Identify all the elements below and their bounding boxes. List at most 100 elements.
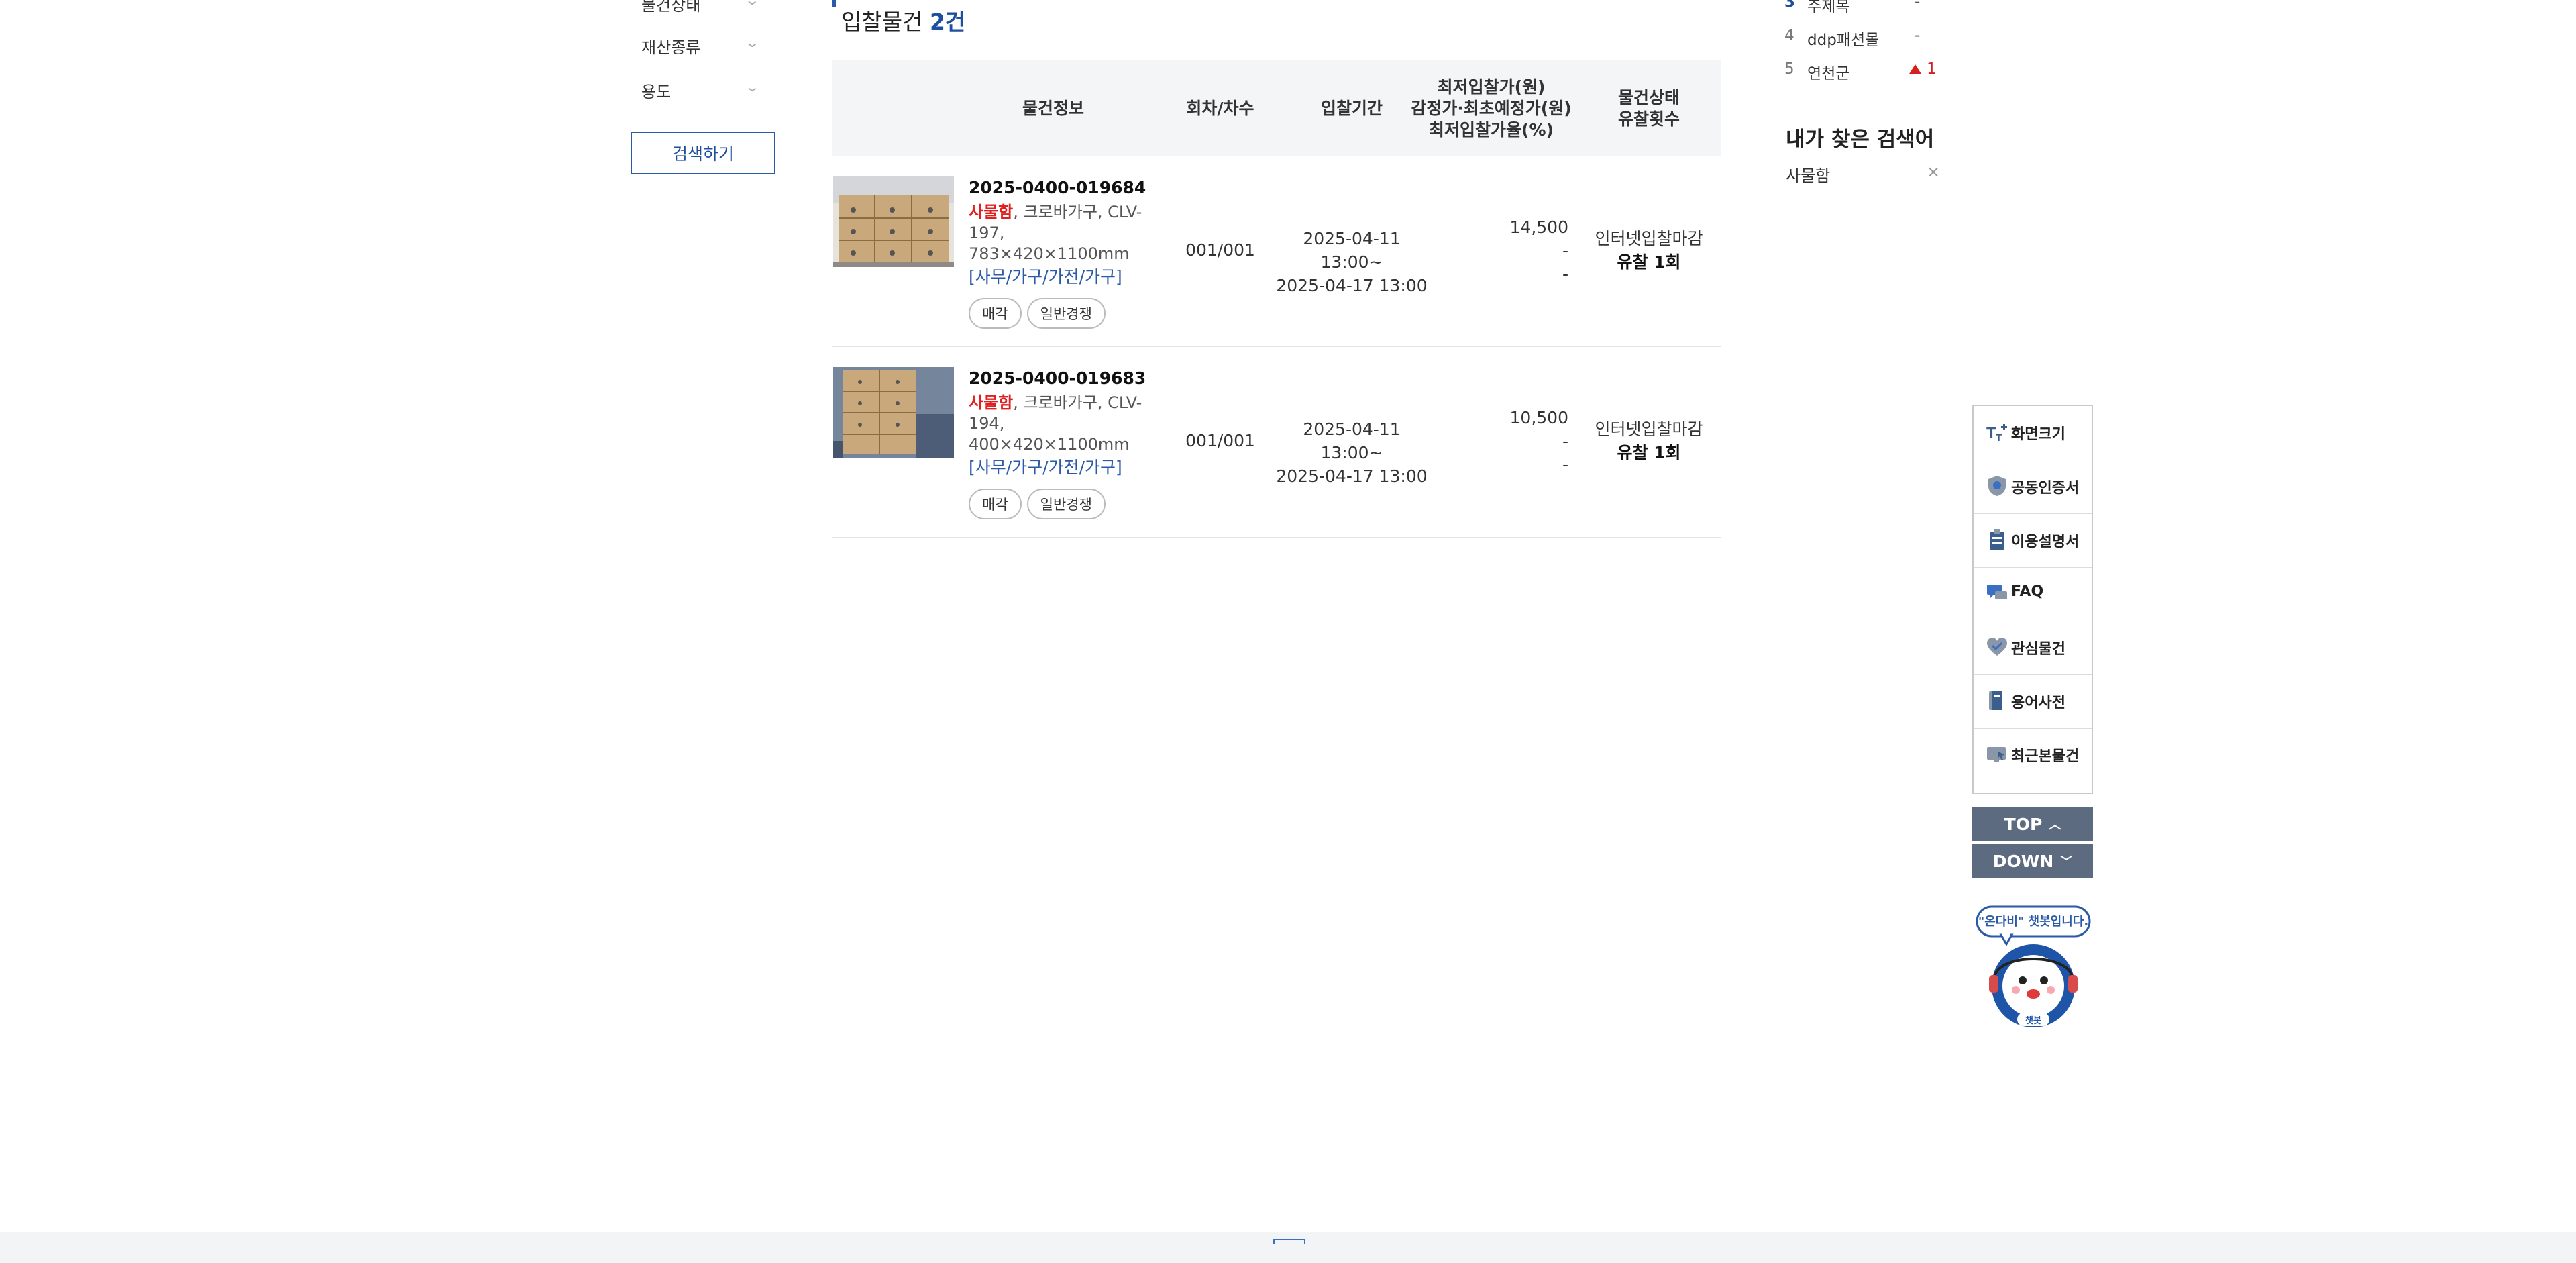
appraisal-price: - bbox=[1562, 241, 1568, 260]
header-period: 입찰기간 bbox=[1275, 60, 1429, 156]
item-thumbnail[interactable] bbox=[833, 367, 954, 458]
item-tags: 매각 일반경쟁 bbox=[969, 489, 1153, 519]
certificate-shield-icon bbox=[1988, 476, 2006, 496]
filter-item-status[interactable]: 물건상태 ⌄ bbox=[641, 0, 769, 19]
chatbot-bubble-text: "온다비" 챗봇입니다. bbox=[1978, 915, 2089, 929]
chevron-down-icon: ⌄ bbox=[744, 34, 761, 50]
filter-label: 재산종류 bbox=[641, 38, 701, 57]
header-price: 최저입찰가(원) 감정가·최초예정가(원) 최저입찰가율(%) bbox=[1407, 60, 1575, 156]
quick-menu-item-interest[interactable]: 관심물건 bbox=[1974, 621, 2092, 675]
quick-menu-item-font-size[interactable]: T T 화면크기 bbox=[1974, 406, 2092, 460]
quick-menu-label: 공동인증서 bbox=[2011, 480, 2080, 497]
chatbot-badge: 챗봇 bbox=[2025, 1016, 2041, 1026]
quick-menu: T T 화면크기 공동인증서 이용설명서 FAQ 관심물건 용어사전 최근본물건 bbox=[1972, 405, 2093, 794]
tag-general-competition[interactable]: 일반경쟁 bbox=[1026, 489, 1106, 519]
header-round: 회차/차수 bbox=[1166, 60, 1275, 156]
appraisal-price: - bbox=[1562, 432, 1568, 451]
footer-icon bbox=[1273, 1239, 1305, 1244]
period-start: 2025-04-11 13:00~ bbox=[1303, 419, 1401, 462]
ranking-item[interactable]: 5 연천군 1 bbox=[1784, 60, 1945, 94]
item-thumbnail[interactable] bbox=[833, 176, 954, 267]
chevron-down-icon: ﹀ bbox=[2060, 855, 2073, 869]
my-search-title: 내가 찾은 검색어 bbox=[1786, 128, 1935, 152]
scroll-top-button[interactable]: TOP ︿ bbox=[1972, 807, 2093, 841]
table-header: 물건정보 회차/차수 입찰기간 최저입찰가(원) 감정가·최초예정가(원) 최저… bbox=[832, 60, 1721, 156]
item-desc-line1: , 크로바가구, CLV- bbox=[1013, 203, 1142, 221]
clipboard-icon bbox=[1990, 529, 2004, 550]
table-row[interactable]: 2025-0400-019683 사물함, 크로바가구, CLV- 194, 40… bbox=[832, 347, 1721, 538]
header-period-label: 입찰기간 bbox=[1320, 98, 1383, 118]
results-title-text: 입찰물건 bbox=[841, 9, 923, 35]
header-price-line1: 최저입찰가(원) bbox=[1437, 77, 1546, 97]
rank-change: - bbox=[1915, 0, 1921, 11]
round-value: 001/001 bbox=[1185, 431, 1255, 450]
quick-menu-item-recent[interactable]: 최근본물건 bbox=[1974, 728, 2092, 782]
item-kind[interactable]: 사물함 bbox=[969, 203, 1013, 221]
item-status: 인터넷입찰마감 bbox=[1595, 419, 1703, 439]
rank-keyword[interactable]: 주제목 bbox=[1807, 0, 1849, 16]
period-end: 2025-04-17 13:00 bbox=[1276, 276, 1428, 295]
min-rate: - bbox=[1562, 455, 1568, 474]
quick-menu-item-faq[interactable]: FAQ bbox=[1974, 567, 2092, 621]
quick-menu-label: FAQ bbox=[2011, 583, 2044, 600]
min-rate: - bbox=[1562, 264, 1568, 284]
rank-number: 4 bbox=[1784, 27, 1794, 44]
ranking-item[interactable]: 3 주제목 - bbox=[1784, 0, 1945, 27]
case-number[interactable]: 2025-0400-019684 bbox=[969, 176, 1153, 199]
item-description: 사물함, 크로바가구, CLV- 197, 783×420×1100mm bbox=[969, 202, 1153, 264]
header-status-line1: 물건상태 bbox=[1617, 87, 1680, 107]
tag-sale[interactable]: 매각 bbox=[969, 298, 1022, 329]
fail-count: 유찰 1회 bbox=[1617, 252, 1681, 272]
header-price-line2: 감정가·최초예정가(원) bbox=[1411, 98, 1572, 118]
bid-period: 2025-04-11 13:00~ 2025-04-17 13:00 bbox=[1275, 417, 1429, 488]
results-count: 2건 bbox=[929, 9, 966, 35]
rank-number: 5 bbox=[1784, 60, 1794, 78]
item-info: 2025-0400-019684 사물함, 크로바가구, CLV- 197, 78… bbox=[969, 176, 1153, 329]
price-info: 10,500 - - bbox=[1456, 406, 1568, 476]
book-icon bbox=[1989, 691, 2002, 710]
my-search-keyword[interactable]: 사물함 bbox=[1786, 162, 1830, 186]
item-tags: 매각 일반경쟁 bbox=[969, 298, 1153, 329]
quick-menu-item-glossary[interactable]: 용어사전 bbox=[1974, 674, 2092, 729]
status-info: 인터넷입찰마감 유찰 1회 bbox=[1582, 417, 1716, 464]
scroll-down-button[interactable]: DOWN ﹀ bbox=[1972, 844, 2093, 878]
round-value: 001/001 bbox=[1185, 240, 1255, 260]
close-icon[interactable]: × bbox=[1927, 162, 1940, 181]
chat-bubbles-icon bbox=[1987, 585, 2007, 599]
quick-menu-label: 최근본물건 bbox=[2011, 748, 2080, 765]
ranking-item[interactable]: 4 ddp패션몰 - bbox=[1784, 27, 1945, 60]
tag-sale[interactable]: 매각 bbox=[969, 489, 1022, 519]
filter-item-property-type[interactable]: 재산종류 ⌄ bbox=[641, 34, 769, 61]
status-info: 인터넷입찰마감 유찰 1회 bbox=[1582, 227, 1716, 274]
quick-menu-item-manual[interactable]: 이용설명서 bbox=[1974, 513, 2092, 568]
min-price: 10,500 bbox=[1509, 408, 1568, 427]
quick-menu-item-certificate[interactable]: 공동인증서 bbox=[1974, 460, 2092, 514]
svg-text:T: T bbox=[1996, 432, 2002, 444]
table-row[interactable]: 2025-0400-019684 사물함, 크로바가구, CLV- 197, 78… bbox=[832, 156, 1721, 347]
font-size-icon: T T bbox=[1986, 424, 2007, 444]
rank-keyword[interactable]: ddp패션몰 bbox=[1807, 27, 1879, 50]
search-button[interactable]: 검색하기 bbox=[631, 132, 775, 174]
fail-count: 유찰 1회 bbox=[1617, 443, 1681, 462]
filter-label: 물건상태 bbox=[641, 0, 701, 15]
quick-menu-label: 화면크기 bbox=[2011, 426, 2065, 443]
header-price-line3: 최저입찰가율(%) bbox=[1429, 119, 1554, 140]
quick-menu-label: 관심물건 bbox=[2011, 641, 2065, 658]
item-kind[interactable]: 사물함 bbox=[969, 393, 1013, 412]
chevron-up-icon: ︿ bbox=[2049, 818, 2061, 832]
rank-change: - bbox=[1915, 27, 1921, 44]
chatbot-button[interactable]: "온다비" 챗봇입니다. 챗봇 bbox=[1974, 904, 2092, 1029]
tag-general-competition[interactable]: 일반경쟁 bbox=[1026, 298, 1106, 329]
item-description: 사물함, 크로바가구, CLV- 194, 400×420×1100mm bbox=[969, 393, 1153, 455]
results-title: 입찰물건 2건 bbox=[841, 4, 965, 36]
price-info: 14,500 - - bbox=[1456, 215, 1568, 286]
rank-number: 3 bbox=[1784, 0, 1796, 11]
footer bbox=[0, 1232, 2576, 1263]
item-desc-line1: , 크로바가구, CLV- bbox=[1013, 393, 1142, 412]
header-status-line2: 유찰횟수 bbox=[1617, 109, 1680, 129]
monitor-cursor-icon bbox=[1987, 747, 2006, 762]
case-number[interactable]: 2025-0400-019683 bbox=[969, 367, 1153, 390]
heart-check-icon bbox=[1987, 638, 2007, 656]
filter-item-usage[interactable]: 용도 ⌄ bbox=[641, 79, 769, 105]
rank-keyword[interactable]: 연천군 bbox=[1807, 60, 1849, 83]
